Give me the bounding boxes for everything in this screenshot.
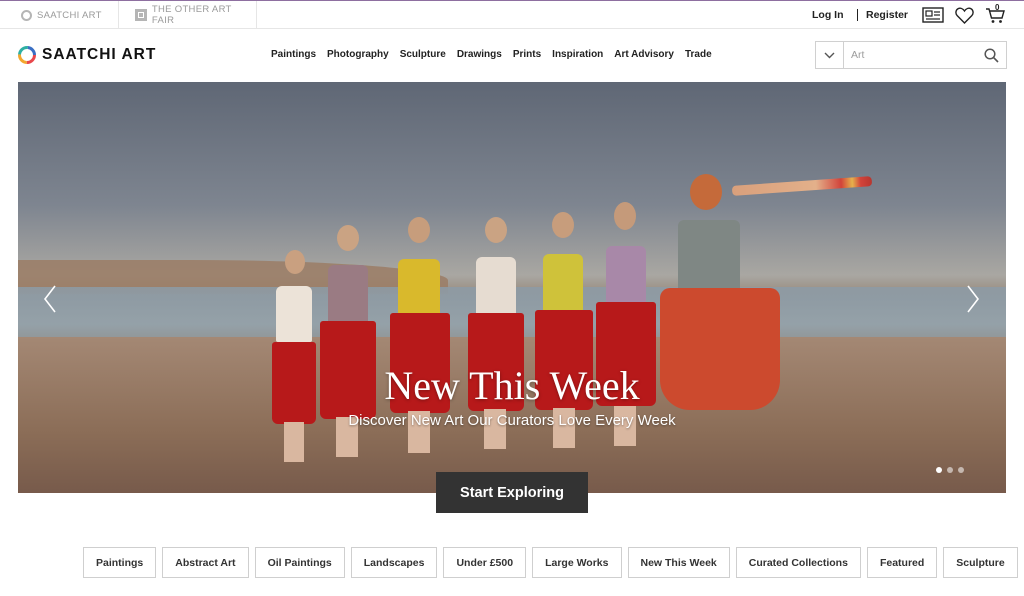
nav-link-paintings[interactable]: Paintings [271, 49, 316, 60]
category-nav: Paintings Photography Sculpture Drawings… [271, 49, 712, 60]
other-art-fair-site-tab[interactable]: THE OTHER ART FAIR [119, 1, 257, 29]
logo-text: SAATCHI ART [42, 46, 157, 63]
hero-subtitle: Discover New Art Our Curators Love Every… [348, 412, 676, 429]
quick-link-featured[interactable]: Featured [866, 547, 938, 578]
site-tab-label: SAATCHI ART [37, 9, 102, 21]
carousel-dots [936, 467, 964, 473]
carousel-dot[interactable] [936, 467, 942, 473]
carousel-prev-button[interactable] [38, 282, 62, 316]
quick-link-sculpture[interactable]: Sculpture [943, 547, 1018, 578]
start-exploring-button[interactable]: Start Exploring [436, 472, 588, 513]
carousel-next-button[interactable] [961, 282, 985, 316]
utility-icons: 0 [922, 3, 1006, 24]
login-link[interactable]: Log In [812, 9, 844, 21]
search-bar [815, 41, 1007, 69]
site-tab-label: THE OTHER ART FAIR [151, 4, 232, 26]
search-icon [983, 47, 999, 63]
quick-links: Paintings Abstract Art Oil Paintings Lan… [83, 547, 1018, 578]
heart-icon[interactable] [955, 7, 974, 24]
nav-link-drawings[interactable]: Drawings [457, 49, 502, 60]
nav-link-photography[interactable]: Photography [327, 49, 389, 60]
hero-photo-figure [270, 250, 320, 465]
saatchi-art-logo[interactable]: SAATCHI ART [17, 45, 156, 65]
quick-link-curated-collections[interactable]: Curated Collections [735, 547, 861, 578]
quick-link-under-500[interactable]: Under £500 [443, 547, 527, 578]
main-navigation: SAATCHI ART Paintings Photography Sculpt… [0, 29, 1024, 81]
nav-link-prints[interactable]: Prints [513, 49, 541, 60]
auth-links: Log In Register [812, 1, 908, 29]
quick-link-oil-paintings[interactable]: Oil Paintings [254, 547, 345, 578]
cart-icon[interactable]: 0 [985, 3, 1006, 24]
nav-link-trade[interactable]: Trade [685, 49, 712, 60]
other-art-fair-logo-icon [135, 9, 147, 21]
nav-link-art-advisory[interactable]: Art Advisory [614, 49, 674, 60]
quick-link-paintings[interactable]: Paintings [83, 547, 157, 578]
search-button[interactable] [976, 42, 1006, 68]
saatchi-art-site-tab[interactable]: SAATCHI ART [0, 1, 119, 29]
saatchi-logo-icon [21, 9, 32, 21]
auth-divider [856, 9, 858, 21]
hero-title: New This Week [384, 363, 640, 408]
chevron-left-icon [43, 285, 56, 313]
quick-link-abstract-art[interactable]: Abstract Art [162, 547, 249, 578]
search-input[interactable] [844, 42, 976, 68]
search-category-dropdown[interactable] [816, 42, 844, 68]
nav-link-inspiration[interactable]: Inspiration [552, 49, 603, 60]
cart-count-badge: 0 [995, 3, 1000, 12]
chevron-down-icon [824, 52, 835, 58]
quick-link-new-this-week[interactable]: New This Week [627, 547, 730, 578]
nav-link-sculpture[interactable]: Sculpture [400, 49, 446, 60]
carousel-dot[interactable] [958, 467, 964, 473]
quick-link-landscapes[interactable]: Landscapes [350, 547, 438, 578]
carousel-dot[interactable] [947, 467, 953, 473]
gift-card-icon[interactable] [922, 7, 944, 23]
quick-link-large-works[interactable]: Large Works [532, 547, 622, 578]
register-link[interactable]: Register [866, 9, 908, 21]
hero-carousel[interactable]: New This Week Discover New Art Our Curat… [18, 82, 1006, 493]
chevron-right-icon [967, 285, 980, 313]
utility-bar: SAATCHI ART THE OTHER ART FAIR Log In Re… [0, 0, 1024, 29]
logo-ring-icon [18, 46, 36, 64]
